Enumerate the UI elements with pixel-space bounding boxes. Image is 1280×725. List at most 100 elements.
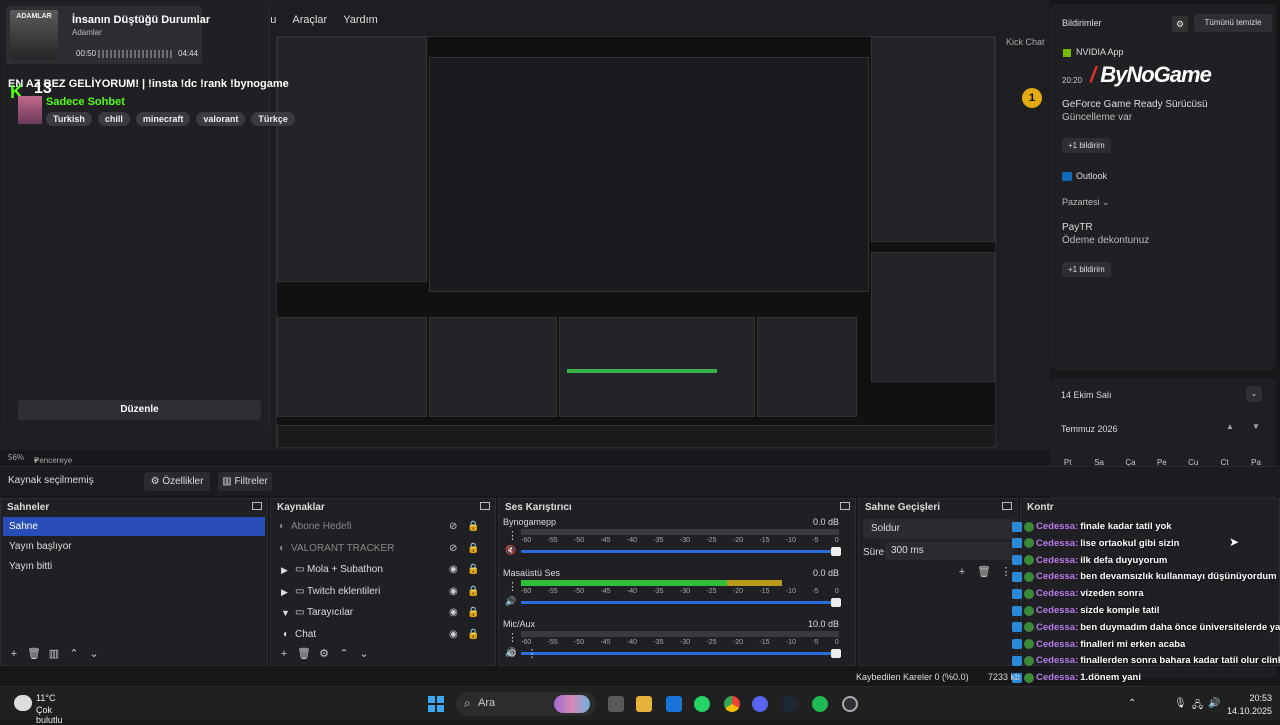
float-icon[interactable] bbox=[840, 502, 850, 510]
mini-scenes bbox=[277, 317, 427, 417]
file-explorer-icon[interactable] bbox=[636, 696, 652, 712]
add-icon[interactable]: + bbox=[277, 647, 291, 661]
add-icon[interactable]: + bbox=[7, 647, 21, 661]
transition-select[interactable]: Soldur bbox=[863, 519, 1015, 539]
volume-slider[interactable] bbox=[521, 547, 841, 556]
duration-input[interactable]: 300 ms bbox=[885, 542, 1015, 560]
next-month-icon[interactable]: ▼ bbox=[1252, 422, 1260, 431]
float-icon[interactable] bbox=[480, 502, 490, 510]
chevron-up-icon[interactable]: ⌃ bbox=[1128, 698, 1136, 709]
sword-badge-icon bbox=[1012, 555, 1022, 566]
chat-message: Cedessa: sizde komple tatil bbox=[1012, 602, 1159, 619]
source-item[interactable]: ▶ ▭ Twitch eklentileri ◉ 🔒 bbox=[273, 582, 489, 602]
task-view-icon[interactable] bbox=[608, 696, 624, 712]
gear-icon[interactable]: ⚙ bbox=[505, 647, 519, 661]
menu-item-tools[interactable]: Araçlar bbox=[292, 14, 327, 26]
source-item[interactable]: ◐ Chat ◉ 🔒 bbox=[273, 625, 489, 645]
trash-icon[interactable]: 🗑 bbox=[297, 647, 311, 661]
lock-icon[interactable]: 🔒 bbox=[467, 625, 479, 645]
eye-hidden-icon[interactable]: ⊘ bbox=[449, 517, 457, 537]
chat-message: Cedessa: ilk defa duyuyorum bbox=[1012, 552, 1167, 569]
nvidia-body-title[interactable]: GeForce Game Ready Sürücüsü bbox=[1062, 99, 1208, 110]
move-up-icon[interactable]: ⌃ bbox=[337, 647, 351, 661]
volume-icon[interactable]: 🔊 bbox=[1208, 698, 1220, 709]
paytr-title[interactable]: PayTR bbox=[1062, 222, 1093, 233]
eye-icon[interactable]: ◉ bbox=[449, 560, 458, 580]
chevron-down-icon[interactable]: ⌄ bbox=[1246, 386, 1262, 402]
filters-button[interactable]: ▥ Filtreler bbox=[218, 472, 272, 491]
move-down-icon[interactable]: ⌄ bbox=[87, 647, 101, 661]
chat-message: Cedessa: 1.dönem yani bbox=[1012, 669, 1141, 686]
steam-icon[interactable] bbox=[782, 696, 798, 712]
lock-icon[interactable]: 🔒 bbox=[467, 582, 479, 602]
menu-dots-icon[interactable]: ⋮ bbox=[525, 647, 539, 661]
mini-obs bbox=[429, 57, 869, 292]
tick-label: -40 bbox=[626, 588, 638, 595]
spotify-icon[interactable] bbox=[812, 696, 828, 712]
menu-dots-icon[interactable]: ⋮ bbox=[507, 580, 518, 593]
slider-knob[interactable] bbox=[831, 598, 841, 607]
microphone-icon[interactable]: 🎙 bbox=[1174, 698, 1187, 709]
whatsapp-icon[interactable] bbox=[694, 696, 710, 712]
slider-knob[interactable] bbox=[831, 547, 841, 556]
source-item[interactable]: ◐ VALORANT TRACKER ⊘ 🔒 bbox=[273, 539, 489, 559]
lock-icon[interactable]: 🔒 bbox=[467, 560, 479, 580]
speaker-muted-icon[interactable]: 🔇 bbox=[505, 545, 516, 556]
day-group-toggle[interactable]: Pazartesi ⌄ bbox=[1062, 197, 1110, 208]
move-down-icon[interactable]: ⌄ bbox=[357, 647, 371, 661]
scene-item[interactable]: Yayın bitti bbox=[3, 557, 265, 576]
search-icon: ⌕ bbox=[464, 696, 471, 710]
tick-label: -10 bbox=[785, 588, 796, 595]
network-icon[interactable]: 🖧 bbox=[1192, 698, 1203, 715]
discord-icon[interactable] bbox=[752, 696, 768, 712]
eye-icon[interactable]: ◉ bbox=[449, 582, 458, 602]
volume-slider[interactable] bbox=[521, 598, 841, 607]
float-icon[interactable] bbox=[252, 502, 262, 510]
clock-time[interactable]: 20:53 bbox=[1222, 693, 1272, 703]
windows-start-icon[interactable] bbox=[428, 696, 444, 712]
gear-icon[interactable]: ⚙ bbox=[317, 647, 331, 661]
add-icon[interactable]: + bbox=[955, 565, 969, 579]
outlook-icon[interactable] bbox=[666, 696, 682, 712]
nvidia-more-button[interactable]: +1 bildirim bbox=[1062, 138, 1111, 153]
clear-all-button[interactable]: Tümünü temizle bbox=[1194, 14, 1272, 32]
mouse-cursor-icon: ➤ bbox=[1229, 535, 1240, 549]
obs-preview[interactable]: onu Araçlar Yardım ADAMLAR İnsanın Düştü… bbox=[0, 0, 1050, 450]
edit-button[interactable]: Düzenle bbox=[18, 400, 261, 420]
subscriber-badge-icon bbox=[1024, 555, 1034, 566]
scene-item[interactable]: Sahne bbox=[3, 517, 265, 536]
properties-button[interactable]: ⚙ Özellikler bbox=[144, 472, 210, 491]
eye-icon[interactable]: ◉ bbox=[449, 625, 458, 645]
expand-arrow-icon[interactable]: ▶ bbox=[281, 582, 288, 602]
settings-icon[interactable]: ⚙ bbox=[1172, 16, 1188, 32]
scene-item[interactable]: Yayın başlıyor bbox=[3, 537, 265, 556]
filter-icon[interactable]: ▥ bbox=[47, 647, 61, 661]
lock-icon[interactable]: 🔒 bbox=[467, 603, 479, 623]
expand-arrow-icon[interactable]: ▶ bbox=[281, 560, 288, 580]
previous-month-icon[interactable]: ▲ bbox=[1226, 422, 1234, 431]
source-item[interactable]: ▶ ▭ Mola + Subathon ◉ 🔒 bbox=[273, 560, 489, 580]
sword-badge-icon bbox=[1012, 588, 1022, 599]
taskbar-search[interactable]: ⌕ Ara bbox=[456, 692, 596, 716]
paytr-more-button[interactable]: +1 bildirim bbox=[1062, 262, 1111, 277]
chrome-icon[interactable] bbox=[724, 696, 740, 712]
menu-dots-icon[interactable]: ⋮ bbox=[507, 529, 518, 542]
trash-icon[interactable]: 🗑 bbox=[977, 565, 991, 579]
calendar-month[interactable]: Temmuz 2026 bbox=[1061, 424, 1118, 434]
lock-icon[interactable]: 🔒 bbox=[467, 539, 479, 559]
move-up-icon[interactable]: ⌃ bbox=[67, 647, 81, 661]
mini-meter bbox=[567, 369, 717, 373]
obs-icon[interactable] bbox=[842, 696, 858, 712]
source-item[interactable]: ◐ Abone Hedefi ⊘ 🔒 bbox=[273, 517, 489, 537]
clock-date[interactable]: 14.10.2025 bbox=[1222, 706, 1272, 716]
trash-icon[interactable]: 🗑 bbox=[27, 647, 41, 661]
eye-icon[interactable]: ◉ bbox=[449, 603, 458, 623]
menu-item-help[interactable]: Yardım bbox=[343, 14, 378, 26]
transitions-dock: Sahne Geçişleri Soldur Süre 300 ms + 🗑 ⋮ bbox=[858, 498, 1018, 666]
float-icon[interactable] bbox=[1002, 502, 1012, 510]
collapse-arrow-icon[interactable]: ▼ bbox=[281, 603, 290, 623]
eye-hidden-icon[interactable]: ⊘ bbox=[449, 539, 457, 559]
speaker-icon[interactable]: 🔊 bbox=[505, 596, 516, 607]
source-item[interactable]: ▼ ▭ Tarayıcılar ◉ 🔒 bbox=[273, 603, 489, 623]
lock-icon[interactable]: 🔒 bbox=[467, 517, 479, 537]
